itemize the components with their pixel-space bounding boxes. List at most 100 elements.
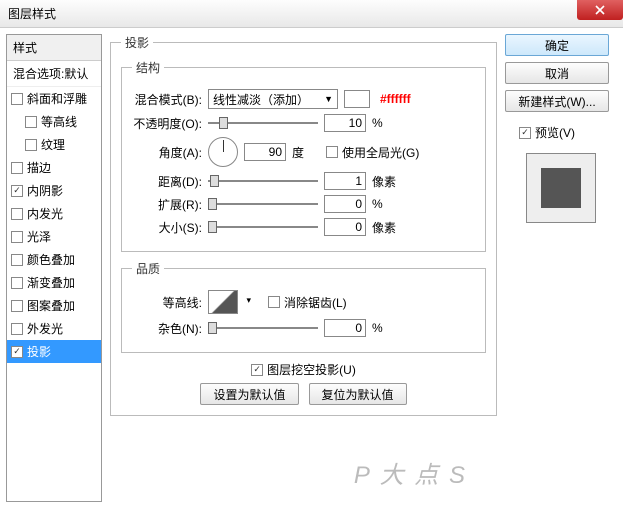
style-item-label: 斜面和浮雕 — [27, 90, 87, 107]
checkbox-icon — [11, 185, 23, 197]
style-item-10[interactable]: 外发光 — [7, 317, 101, 340]
new-style-button[interactable]: 新建样式(W)... — [505, 90, 609, 112]
blend-mode-dropdown[interactable]: 线性减淡（添加） — [208, 89, 338, 109]
size-unit: 像素 — [372, 219, 400, 236]
structure-fieldset: 结构 混合模式(B): 线性减淡（添加） #ffffff 不透明度(O): % — [121, 59, 486, 252]
quality-legend: 品质 — [132, 260, 164, 277]
style-item-label: 等高线 — [41, 113, 77, 130]
size-label: 大小(S): — [132, 219, 202, 236]
style-item-label: 图案叠加 — [27, 297, 75, 314]
window-title: 图层样式 — [4, 5, 56, 22]
blend-options-default[interactable]: 混合选项:默认 — [7, 61, 101, 87]
knockout-checkbox[interactable]: 图层挖空投影(U) — [251, 361, 356, 378]
checkbox-icon — [25, 116, 37, 128]
color-hex: #ffffff — [380, 92, 411, 106]
preview-box — [526, 153, 596, 223]
angle-label: 角度(A): — [132, 144, 202, 161]
style-item-6[interactable]: 光泽 — [7, 225, 101, 248]
style-item-1[interactable]: 等高线 — [7, 110, 101, 133]
preview-swatch — [541, 168, 581, 208]
spread-slider[interactable] — [208, 195, 318, 213]
title-bar: 图层样式 — [0, 0, 623, 28]
preview-checkbox[interactable]: 预览(V) — [519, 124, 617, 141]
antialias-checkbox[interactable]: 消除锯齿(L) — [268, 294, 347, 311]
spread-unit: % — [372, 197, 400, 211]
checkbox-icon — [11, 93, 23, 105]
checkbox-icon — [11, 162, 23, 174]
style-item-11[interactable]: 投影 — [7, 340, 101, 363]
style-item-label: 描边 — [27, 159, 51, 176]
opacity-input[interactable] — [324, 114, 366, 132]
noise-unit: % — [372, 321, 400, 335]
blend-mode-label: 混合模式(B): — [132, 91, 202, 108]
checkbox-icon — [11, 300, 23, 312]
angle-unit: 度 — [292, 144, 320, 161]
noise-input[interactable] — [324, 319, 366, 337]
checkbox-icon — [11, 254, 23, 266]
cancel-button[interactable]: 取消 — [505, 62, 609, 84]
structure-legend: 结构 — [132, 59, 164, 76]
opacity-unit: % — [372, 116, 400, 130]
global-light-checkbox[interactable]: 使用全局光(G) — [326, 144, 419, 161]
checkbox-icon — [11, 231, 23, 243]
style-item-label: 光泽 — [27, 228, 51, 245]
angle-input[interactable] — [244, 143, 286, 161]
noise-slider[interactable] — [208, 319, 318, 337]
distance-label: 距离(D): — [132, 173, 202, 190]
options-panel: 投影 结构 混合模式(B): 线性减淡（添加） #ffffff 不透明度(O):… — [110, 34, 497, 502]
checkbox-icon — [11, 208, 23, 220]
spread-label: 扩展(R): — [132, 196, 202, 213]
close-button[interactable] — [577, 0, 623, 20]
action-buttons: 确定 取消 新建样式(W)... 预览(V) — [505, 34, 617, 502]
spread-input[interactable] — [324, 195, 366, 213]
checkbox-icon — [519, 127, 531, 139]
global-light-label: 使用全局光(G) — [342, 144, 419, 161]
style-item-0[interactable]: 斜面和浮雕 — [7, 87, 101, 110]
preview-label: 预览(V) — [535, 124, 575, 141]
style-item-label: 渐变叠加 — [27, 274, 75, 291]
opacity-label: 不透明度(O): — [132, 115, 202, 132]
checkbox-icon — [251, 364, 263, 376]
contour-picker[interactable] — [208, 290, 238, 314]
style-item-label: 纹理 — [41, 136, 65, 153]
style-item-3[interactable]: 描边 — [7, 156, 101, 179]
styles-list: 样式 混合选项:默认 斜面和浮雕等高线纹理描边内阴影内发光光泽颜色叠加渐变叠加图… — [6, 34, 102, 502]
style-item-8[interactable]: 渐变叠加 — [7, 271, 101, 294]
section-title: 投影 — [121, 34, 153, 51]
style-item-label: 外发光 — [27, 320, 63, 337]
checkbox-icon — [25, 139, 37, 151]
style-item-label: 内阴影 — [27, 182, 63, 199]
close-icon — [595, 5, 605, 15]
reset-default-button[interactable]: 复位为默认值 — [309, 383, 407, 405]
blend-mode-value: 线性减淡（添加） — [213, 91, 309, 108]
color-swatch[interactable] — [344, 90, 370, 108]
style-item-label: 颜色叠加 — [27, 251, 75, 268]
watermark: P 大 点 S — [354, 455, 467, 490]
checkbox-icon — [268, 296, 280, 308]
styles-header: 样式 — [7, 35, 101, 61]
style-item-4[interactable]: 内阴影 — [7, 179, 101, 202]
distance-input[interactable] — [324, 172, 366, 190]
style-item-7[interactable]: 颜色叠加 — [7, 248, 101, 271]
checkbox-icon — [11, 346, 23, 358]
checkbox-icon — [11, 323, 23, 335]
quality-fieldset: 品质 等高线: 消除锯齿(L) 杂色(N): % — [121, 260, 486, 353]
size-slider[interactable] — [208, 218, 318, 236]
style-item-label: 内发光 — [27, 205, 63, 222]
style-item-label: 投影 — [27, 343, 51, 360]
knockout-label: 图层挖空投影(U) — [267, 361, 356, 378]
antialias-label: 消除锯齿(L) — [284, 294, 347, 311]
size-input[interactable] — [324, 218, 366, 236]
checkbox-icon — [326, 146, 338, 158]
ok-button[interactable]: 确定 — [505, 34, 609, 56]
style-item-2[interactable]: 纹理 — [7, 133, 101, 156]
noise-label: 杂色(N): — [132, 320, 202, 337]
distance-unit: 像素 — [372, 173, 400, 190]
style-item-9[interactable]: 图案叠加 — [7, 294, 101, 317]
style-item-5[interactable]: 内发光 — [7, 202, 101, 225]
distance-slider[interactable] — [208, 172, 318, 190]
make-default-button[interactable]: 设置为默认值 — [200, 383, 298, 405]
angle-dial[interactable] — [208, 137, 238, 167]
section-fieldset: 投影 结构 混合模式(B): 线性减淡（添加） #ffffff 不透明度(O):… — [110, 34, 497, 416]
opacity-slider[interactable] — [208, 114, 318, 132]
